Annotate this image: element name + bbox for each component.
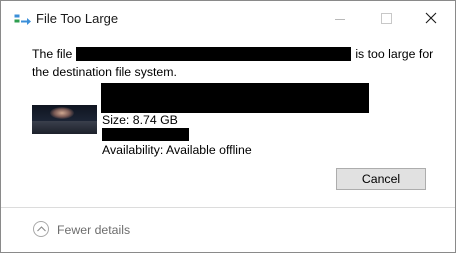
message-prefix: The file (32, 47, 73, 61)
file-availability: Availability: Available offline (102, 143, 252, 157)
maximize-icon (381, 13, 392, 24)
error-message: The file is too large for the destination… (32, 45, 442, 81)
file-thumbnail (32, 105, 97, 134)
fewer-details-link[interactable]: Fewer details (57, 223, 130, 237)
title-bar[interactable]: File Too Large (1, 1, 455, 37)
window-title: File Too Large (36, 11, 119, 26)
maximize-button[interactable] (363, 1, 409, 37)
redacted-filename (76, 47, 352, 61)
details-footer: Fewer details (1, 208, 455, 252)
redacted-file-name (101, 83, 369, 113)
chevron-up-icon[interactable] (33, 221, 49, 237)
redacted-file-date (102, 128, 189, 141)
cancel-button[interactable]: Cancel (336, 168, 426, 190)
file-size: Size: 8.74 GB (102, 113, 178, 127)
minimize-icon (335, 19, 345, 20)
close-button[interactable] (409, 1, 455, 37)
close-icon (425, 12, 437, 24)
minimize-button[interactable] (317, 1, 363, 37)
file-move-icon (14, 13, 32, 26)
file-too-large-dialog: File Too Large The file is too large for … (0, 0, 456, 253)
